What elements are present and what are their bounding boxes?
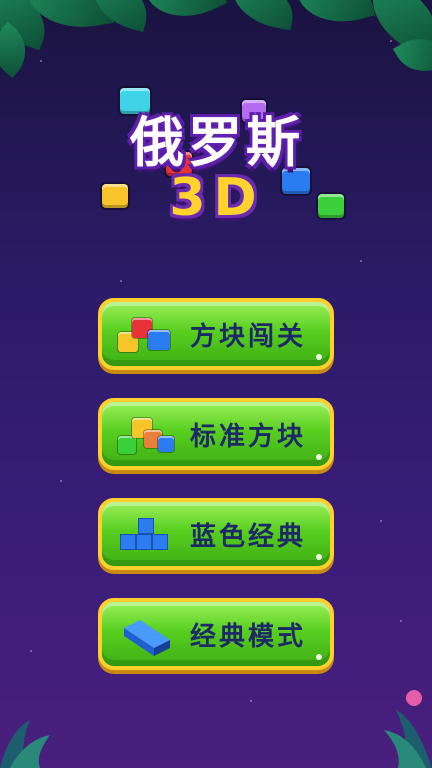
sparkle-decoration [316, 554, 322, 560]
gem-cluster-icon [118, 414, 176, 458]
sparkle-decoration [316, 654, 322, 660]
standard-blocks-button[interactable]: 标准方块 [98, 398, 334, 470]
game-subtitle-3d: 3D [169, 168, 265, 228]
sparkle-decoration [316, 354, 322, 360]
level-mode-button[interactable]: 方块闯关 [98, 298, 334, 370]
classic-mode-button[interactable]: 经典模式 [98, 598, 334, 670]
menu-button-label: 方块闯关 [190, 322, 307, 352]
menu-button-label: 蓝色经典 [190, 522, 307, 552]
blue-classic-button[interactable]: 蓝色经典 [98, 498, 334, 570]
game-title: 俄罗斯 [130, 111, 304, 174]
menu-button-label: 经典模式 [190, 622, 307, 652]
gem-cluster-icon [118, 314, 176, 358]
game-logo: 俄罗斯 3D [62, 88, 372, 238]
blue-3d-block-icon [118, 614, 176, 658]
menu-button-label: 标准方块 [190, 422, 307, 452]
blue-tetromino-icon [118, 514, 176, 558]
sparkle-decoration [316, 454, 322, 460]
